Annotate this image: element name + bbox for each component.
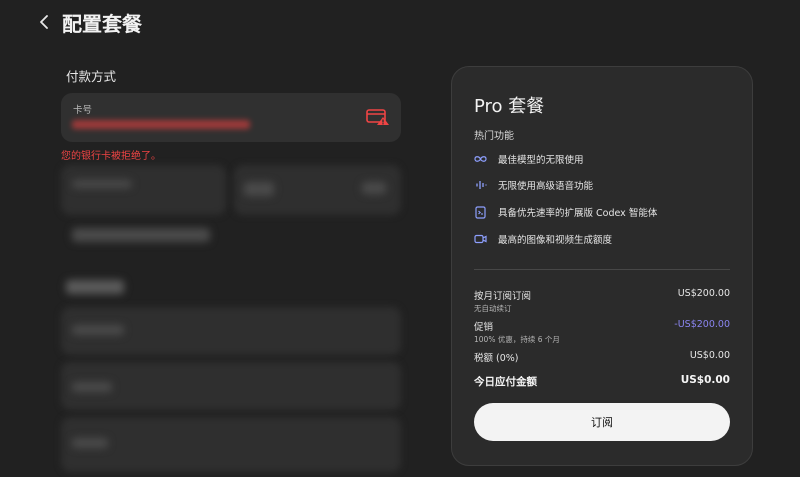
card-number-label: 卡号 <box>73 105 93 116</box>
feature-item: 最高的图像和视频生成额度 <box>474 232 612 246</box>
blurred-text <box>72 438 108 448</box>
summary-divider <box>474 269 730 270</box>
blurred-link <box>72 228 210 242</box>
card-error-message: 您的银行卡被拒绝了。 <box>61 151 161 162</box>
monthly-note: 无自动续订 <box>474 304 512 313</box>
promo-note: 100% 优惠，持续 6 个月 <box>474 335 560 344</box>
waveform-icon <box>474 179 487 192</box>
feature-item: 最佳模型的无限使用 <box>474 152 584 166</box>
feature-label: 具备优先速率的扩展版 Codex 智能体 <box>498 208 658 219</box>
promo-value: -US$200.00 <box>674 319 730 330</box>
total-label: 今日应付金额 <box>474 376 537 388</box>
feature-label: 无限使用高级语音功能 <box>498 181 594 192</box>
blurred-heading <box>66 280 124 294</box>
infinity-icon <box>474 153 487 166</box>
blurred-text <box>72 382 112 392</box>
feature-item: 无限使用高级语音功能 <box>474 178 593 192</box>
plan-summary-panel: Pro 套餐 热门功能 最佳模型的无限使用 无限使用高级语音功能 具备优先速率的… <box>451 66 753 466</box>
address-field-blurred[interactable] <box>61 362 401 410</box>
tax-value: US$0.00 <box>689 350 730 361</box>
subscribe-button[interactable]: 订阅 <box>474 403 730 441</box>
features-heading: 热门功能 <box>474 131 514 142</box>
card-number-value-redacted <box>72 120 250 129</box>
codex-icon <box>474 205 487 219</box>
total-row: 今日应付金额 US$0.00 <box>474 374 730 389</box>
monthly-row: 按月订阅订阅 US$200.00 <box>474 288 730 302</box>
expiry-field-blurred[interactable] <box>61 165 226 215</box>
feature-label: 最佳模型的无限使用 <box>498 155 584 166</box>
header: 配置套餐 <box>36 10 142 36</box>
card-error-icon <box>366 108 390 126</box>
monthly-value: US$200.00 <box>677 288 730 299</box>
promo-label: 促销 <box>474 322 494 333</box>
blurred-text <box>72 180 132 188</box>
blurred-icon <box>362 182 386 194</box>
feature-item: 具备优先速率的扩展版 Codex 智能体 <box>474 205 657 219</box>
card-number-field[interactable]: 卡号 <box>61 93 401 142</box>
address-field-blurred[interactable] <box>61 417 401 472</box>
monthly-label: 按月订阅订阅 <box>474 291 532 302</box>
page-title: 配置套餐 <box>62 11 142 36</box>
promo-row: 促销 -US$200.00 <box>474 319 730 333</box>
back-arrow-icon[interactable] <box>36 14 52 30</box>
tax-row: 税额 (0%) US$0.00 <box>474 350 730 364</box>
total-value: US$0.00 <box>680 374 730 386</box>
video-icon <box>474 233 487 246</box>
feature-label: 最高的图像和视频生成额度 <box>498 235 613 246</box>
plan-title: Pro 套餐 <box>474 96 545 117</box>
blurred-text <box>244 182 274 196</box>
tax-label: 税额 (0%) <box>474 353 519 364</box>
payment-section-label: 付款方式 <box>66 69 117 84</box>
blurred-text <box>72 325 124 335</box>
